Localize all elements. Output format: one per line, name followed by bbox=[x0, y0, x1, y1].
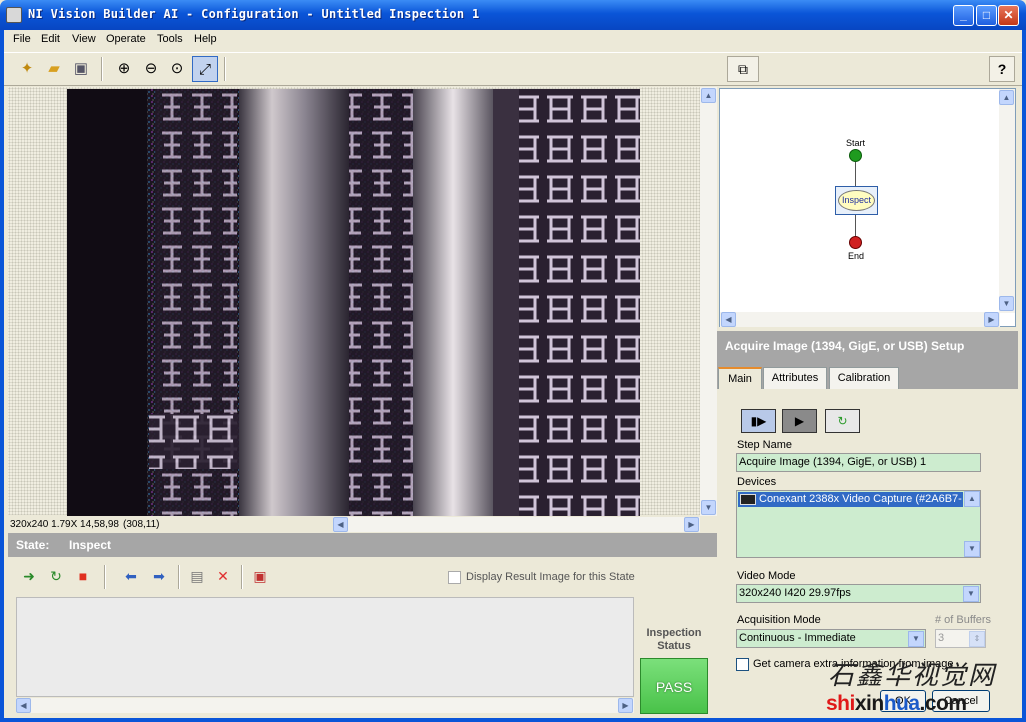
menu-operate[interactable]: Operate bbox=[106, 33, 146, 45]
toolbar-separator bbox=[224, 57, 226, 81]
menu-view[interactable]: View bbox=[72, 33, 96, 45]
scroll-left-icon[interactable]: ◀ bbox=[333, 517, 348, 532]
devices-label: Devices bbox=[737, 476, 777, 488]
scroll-up-icon[interactable]: ▲ bbox=[999, 90, 1014, 105]
step-name-label: Step Name bbox=[737, 439, 793, 451]
window-frame-bottom bbox=[0, 718, 1026, 722]
help-icon[interactable]: ? bbox=[989, 56, 1015, 82]
scroll-down-icon[interactable]: ▼ bbox=[964, 541, 980, 557]
menu-tools[interactable]: Tools bbox=[157, 33, 183, 45]
camera-icon bbox=[740, 494, 756, 505]
scroll-right-icon[interactable]: ▶ bbox=[618, 698, 633, 713]
flow-start-label: Start bbox=[846, 138, 866, 148]
add-step-icon[interactable]: ➜ bbox=[17, 564, 41, 588]
inspection-status-indicator: PASS bbox=[640, 658, 708, 714]
display-result-checkbox[interactable] bbox=[448, 571, 461, 584]
scroll-left-icon[interactable]: ◀ bbox=[16, 698, 31, 713]
flowchart-horizontal-scrollbar[interactable]: ◀ ▶ bbox=[720, 312, 1000, 327]
scroll-right-icon[interactable]: ▶ bbox=[684, 517, 699, 532]
image-coordinates: (308,11) bbox=[123, 519, 160, 530]
flow-start-node[interactable] bbox=[849, 149, 862, 162]
step-run-icon[interactable]: ▮▶ bbox=[741, 409, 776, 433]
get-camera-info-checkbox[interactable] bbox=[736, 658, 749, 671]
scroll-left-icon[interactable]: ◀ bbox=[721, 312, 736, 327]
spinner-icon[interactable]: ⇕ bbox=[969, 631, 985, 647]
toolbar-separator bbox=[104, 565, 106, 589]
tab-main[interactable]: Main bbox=[718, 367, 762, 389]
new-icon[interactable]: ✦ bbox=[14, 56, 40, 82]
image-vertical-scrollbar[interactable]: ▲ ▼ bbox=[700, 87, 717, 516]
app-icon[interactable] bbox=[6, 7, 22, 23]
tab-attributes[interactable]: Attributes bbox=[763, 367, 827, 389]
tab-calibration[interactable]: Calibration bbox=[829, 367, 899, 389]
state-label: State: bbox=[16, 538, 50, 552]
flow-end-label: End bbox=[848, 251, 865, 261]
move-right-icon[interactable]: ➡ bbox=[147, 564, 171, 588]
window-frame-left bbox=[0, 30, 4, 722]
inspection-status-label: Inspection Status bbox=[646, 627, 702, 652]
zoom-out-icon[interactable]: ⊖ bbox=[138, 56, 164, 82]
image-info: 320x240 1.79X 14,58,98 bbox=[10, 519, 119, 530]
state-value: Inspect bbox=[69, 538, 112, 552]
toolbar-separator bbox=[101, 57, 103, 81]
save-icon[interactable]: ▣ bbox=[68, 56, 94, 82]
flow-connector bbox=[855, 215, 856, 237]
camera-image-render bbox=[67, 89, 640, 516]
acquisition-mode-label: Acquisition Mode bbox=[737, 614, 821, 626]
step-name-input[interactable]: Acquire Image (1394, GigE, or USB) 1 bbox=[736, 453, 981, 472]
zoom-fit-icon[interactable]: ⤢ bbox=[192, 56, 218, 82]
toolbar-separator bbox=[178, 565, 180, 589]
refresh-icon[interactable]: ↻ bbox=[825, 409, 860, 433]
scroll-down-icon[interactable]: ▼ bbox=[999, 296, 1014, 311]
camera-image[interactable] bbox=[67, 89, 640, 516]
chevron-down-icon[interactable]: ▼ bbox=[963, 586, 979, 602]
flow-connector bbox=[855, 162, 856, 186]
watermark-calligraphy: 石鑫华视觉网 bbox=[828, 661, 997, 691]
toolbar-separator bbox=[241, 565, 243, 589]
scroll-up-icon[interactable]: ▲ bbox=[701, 88, 716, 103]
flow-end-node[interactable] bbox=[849, 236, 862, 249]
menu-file[interactable]: File bbox=[13, 33, 31, 45]
flow-inspect-label[interactable]: Inspect bbox=[838, 190, 875, 211]
acquisition-mode-select[interactable]: Continuous - Immediate bbox=[736, 629, 926, 648]
add-transition-icon[interactable]: ↻ bbox=[44, 564, 68, 588]
stop-icon[interactable]: ■ bbox=[71, 564, 95, 588]
results-horizontal-scrollbar[interactable]: ◀ ▶ bbox=[16, 698, 634, 713]
scroll-up-icon[interactable]: ▲ bbox=[964, 491, 980, 507]
image-horizontal-scrollbar[interactable]: ◀ ▶ bbox=[333, 517, 700, 532]
zoom-in-icon[interactable]: ⊕ bbox=[111, 56, 137, 82]
scroll-right-icon[interactable]: ▶ bbox=[984, 312, 999, 327]
minimize-button[interactable]: _ bbox=[953, 5, 974, 26]
buffers-label: # of Buffers bbox=[935, 614, 992, 626]
menu-help[interactable]: Help bbox=[194, 33, 217, 45]
inspection-diagram-icon[interactable]: ⧉ bbox=[727, 56, 759, 82]
watermark-site: shixinhua.com bbox=[826, 692, 967, 715]
paste-icon[interactable]: ▤ bbox=[185, 564, 209, 588]
window-frame-right bbox=[1022, 30, 1026, 722]
image-result-icon[interactable]: ▣ bbox=[248, 564, 272, 588]
state-header bbox=[8, 533, 717, 557]
window-title: NI Vision Builder AI - Configuration - U… bbox=[28, 7, 480, 21]
scroll-down-icon[interactable]: ▼ bbox=[701, 500, 716, 515]
maximize-button[interactable]: □ bbox=[976, 5, 997, 26]
display-result-label: Display Result Image for this State bbox=[466, 571, 635, 583]
delete-icon[interactable]: ✕ bbox=[211, 564, 235, 588]
video-mode-select[interactable]: 320x240 I420 29.97fps bbox=[736, 584, 981, 603]
setup-title: Acquire Image (1394, GigE, or USB) Setup bbox=[725, 339, 965, 353]
chevron-down-icon[interactable]: ▼ bbox=[908, 631, 924, 647]
step-results-pane[interactable] bbox=[16, 597, 634, 697]
open-icon[interactable]: ▰ bbox=[41, 56, 67, 82]
zoom-actual-icon[interactable]: ⊙ bbox=[164, 56, 190, 82]
flowchart-vertical-scrollbar[interactable]: ▲ ▼ bbox=[999, 89, 1015, 313]
move-left-icon[interactable]: ⬅ bbox=[119, 564, 143, 588]
close-button[interactable]: ✕ bbox=[998, 5, 1019, 26]
menu-edit[interactable]: Edit bbox=[41, 33, 60, 45]
device-list-item[interactable]: Conexant 2388x Video Capture (#2A6B7- bbox=[738, 492, 963, 507]
run-continuous-icon[interactable]: ▶ bbox=[782, 409, 817, 433]
video-mode-label: Video Mode bbox=[737, 570, 796, 582]
